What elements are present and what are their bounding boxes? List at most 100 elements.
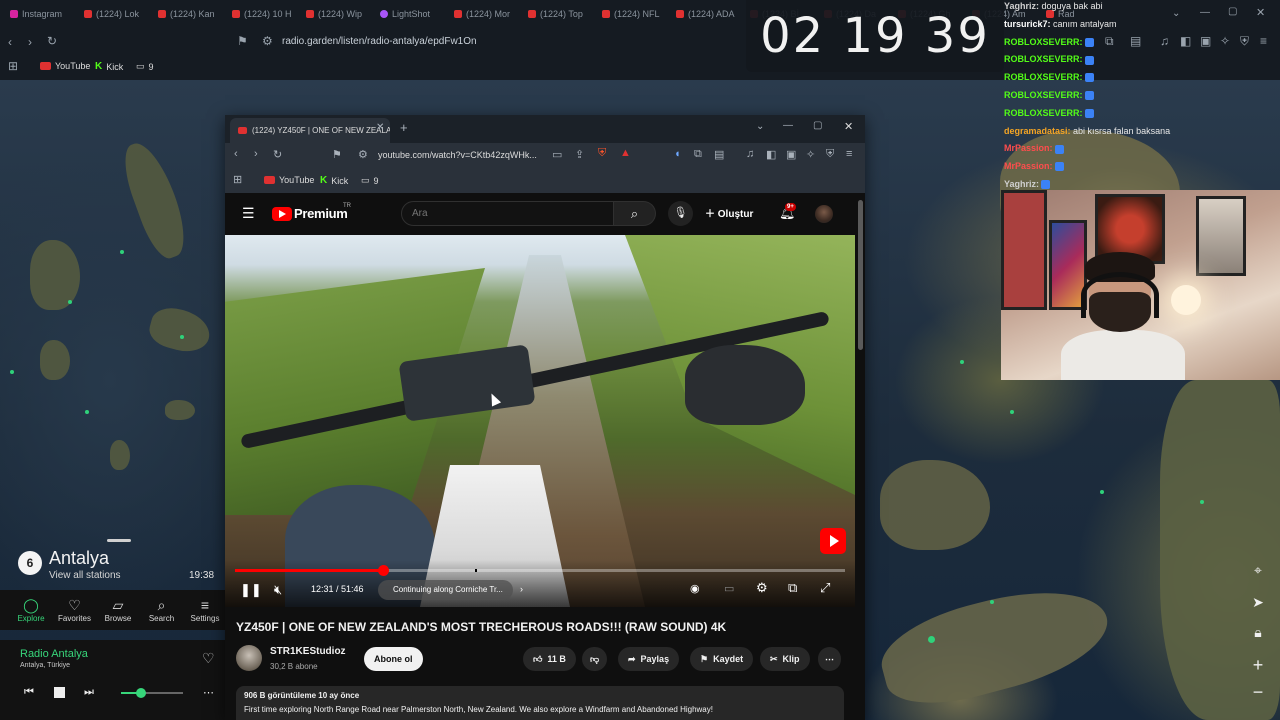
chat-username[interactable]: tursurick7:	[1004, 19, 1051, 29]
station-name[interactable]: Radio Antalya	[20, 648, 88, 660]
new-tab-icon[interactable]: +	[400, 120, 408, 135]
save-button[interactable]: ⚑ Kaydet	[690, 647, 754, 671]
chat-username[interactable]: Yaghriz:	[1004, 1, 1039, 11]
bookmark-youtube[interactable]: YouTube	[40, 61, 90, 71]
station-dot[interactable]	[1010, 410, 1014, 414]
pause-icon[interactable]: ❚❚	[240, 582, 262, 598]
back-icon[interactable]: ‹	[234, 148, 238, 160]
autoplay-toggle-icon[interactable]: ◉	[690, 582, 700, 595]
chat-username[interactable]: MrPassion:	[1004, 161, 1053, 171]
menu-icon[interactable]: ≡	[1260, 34, 1267, 48]
chat-username[interactable]: Yaghriz:	[1004, 179, 1039, 189]
miniplayer-icon[interactable]: ⧉	[788, 580, 797, 596]
clip-button[interactable]: ✂ Klip	[760, 647, 810, 671]
drawer-handle[interactable]	[107, 539, 131, 542]
station-dot[interactable]	[68, 300, 72, 304]
extension-icon[interactable]: ◖	[674, 148, 681, 160]
video-player[interactable]	[225, 235, 855, 607]
outer-tab[interactable]: (1224) Kan	[148, 0, 222, 28]
extension-icon[interactable]: ⧉	[694, 148, 702, 161]
video-scrubber[interactable]	[377, 565, 389, 576]
fullscreen-icon[interactable]: ⤢	[820, 580, 830, 596]
close-icon[interactable]: ✕	[844, 120, 853, 133]
subtitles-icon[interactable]: ▭	[724, 582, 734, 595]
radio-nav-favorites[interactable]: ♡ Favorites	[53, 596, 97, 623]
location-pin-icon[interactable]: ⌖	[1249, 562, 1267, 579]
share-icon[interactable]: ⇪	[575, 148, 584, 161]
menu-icon[interactable]: ≡	[846, 148, 852, 160]
zoom-in-icon[interactable]: +	[1249, 655, 1267, 676]
sparkle-icon[interactable]: ✧	[1220, 34, 1230, 48]
chat-username[interactable]: ROBLOXSEVERR:	[1004, 37, 1083, 47]
chat-username[interactable]: MrPassion:	[1004, 143, 1053, 153]
radio-nav-settings[interactable]: ≡ Settings	[183, 596, 227, 623]
close-icon[interactable]: ✕	[1256, 6, 1265, 19]
station-dot[interactable]	[990, 600, 994, 604]
sidebar-icon[interactable]: ◧	[766, 148, 776, 161]
forward-icon[interactable]: ›	[254, 148, 258, 160]
volume-knob[interactable]	[135, 688, 146, 698]
scrollbar-thumb[interactable]	[858, 200, 863, 350]
bookmark-icon[interactable]: ⚑	[237, 34, 248, 48]
share-button[interactable]: ➦ Paylaş	[618, 647, 680, 671]
minimize-icon[interactable]: —	[783, 120, 793, 131]
chat-username[interactable]: ROBLOXSEVERR:	[1004, 72, 1083, 82]
sidebar-icon[interactable]: ◧	[1180, 34, 1191, 48]
station-dot[interactable]	[960, 360, 964, 364]
outer-tab[interactable]: (1224) NFL	[592, 0, 666, 28]
hamburger-icon[interactable]: ☰	[242, 205, 255, 222]
chat-username[interactable]: degramadatasi:	[1004, 126, 1071, 136]
station-dot[interactable]	[1100, 490, 1104, 494]
chat-username[interactable]: ROBLOXSEVERR:	[1004, 108, 1083, 118]
music-icon[interactable]: ♫	[1160, 34, 1169, 48]
cast-icon[interactable]: ▭	[552, 148, 562, 161]
next-station-icon[interactable]: ⏭	[84, 686, 94, 699]
outer-tab[interactable]: (1224) Lok	[74, 0, 148, 28]
chat-username[interactable]: ROBLOXSEVERR:	[1004, 90, 1083, 100]
radio-nav-browse[interactable]: ▱ Browse	[96, 596, 140, 623]
station-dot[interactable]	[928, 636, 935, 643]
tab-close-icon[interactable]: ✕	[376, 122, 384, 133]
extension-icon[interactable]: ⧉	[1105, 34, 1114, 49]
search-input[interactable]	[401, 201, 614, 226]
wallet-icon[interactable]: ▣	[1200, 34, 1211, 48]
outer-tab[interactable]: (1224) Wip	[296, 0, 370, 28]
apps-icon[interactable]: ⊞	[8, 59, 18, 73]
bookmark-folder[interactable]: ▭ 9	[361, 175, 379, 186]
create-button[interactable]: ＋ Oluştur	[705, 205, 753, 220]
bookmark-kick[interactable]: K Kick	[320, 175, 348, 186]
station-dot[interactable]	[85, 410, 89, 414]
rewards-icon[interactable]: ▲	[620, 147, 631, 159]
city-name[interactable]: Antalya	[49, 548, 109, 569]
lock-icon[interactable]: 🔒︎	[1249, 624, 1267, 641]
radio-nav-explore[interactable]: ◯ Explore	[9, 596, 53, 623]
chapter-title-button[interactable]: Continuing along Corniche Tr...	[378, 580, 513, 600]
apps-icon[interactable]: ⊞	[233, 173, 242, 186]
more-actions-button[interactable]: ⋯	[818, 647, 841, 671]
locate-me-icon[interactable]: ➤	[1249, 594, 1267, 611]
search-icon[interactable]: ⌕	[614, 201, 656, 226]
shield-icon[interactable]: ⛨	[1240, 34, 1249, 49]
wallet-icon[interactable]: ▣	[786, 148, 796, 161]
station-dot[interactable]	[120, 250, 124, 254]
mute-icon[interactable]: 🔇︎	[274, 582, 282, 598]
shield-icon[interactable]: ⛨	[826, 148, 834, 161]
outer-tab[interactable]: (1224) Top	[518, 0, 592, 28]
station-dot[interactable]	[1200, 500, 1204, 504]
outer-tab[interactable]: (1224) 10 H	[222, 0, 296, 28]
bookmark-kick[interactable]: K Kick	[95, 61, 123, 72]
microphone-icon[interactable]: 🎙︎	[668, 201, 693, 226]
reload-icon[interactable]: ↻	[47, 34, 57, 48]
outer-url-text[interactable]: radio.garden/listen/radio-antalya/epdFw1…	[282, 36, 477, 47]
chat-username[interactable]: ROBLOXSEVERR:	[1004, 54, 1083, 64]
channel-name[interactable]: STR1KEStudioz	[270, 646, 346, 657]
site-settings-icon[interactable]: ⚙	[262, 34, 273, 48]
bookmark-youtube[interactable]: YouTube	[264, 175, 314, 185]
outer-tab[interactable]: (1224) ADA	[666, 0, 740, 28]
view-all-stations-link[interactable]: View all stations	[49, 570, 121, 581]
settings-gear-icon[interactable]: ⚙	[756, 580, 768, 596]
radio-nav-search[interactable]: ⌕ Search	[140, 596, 184, 623]
account-avatar[interactable]	[815, 205, 833, 223]
channel-avatar[interactable]	[236, 645, 262, 671]
inner-active-tab[interactable]: (1224) YZ450F | ONE OF NEW ZEALAND	[230, 118, 390, 143]
